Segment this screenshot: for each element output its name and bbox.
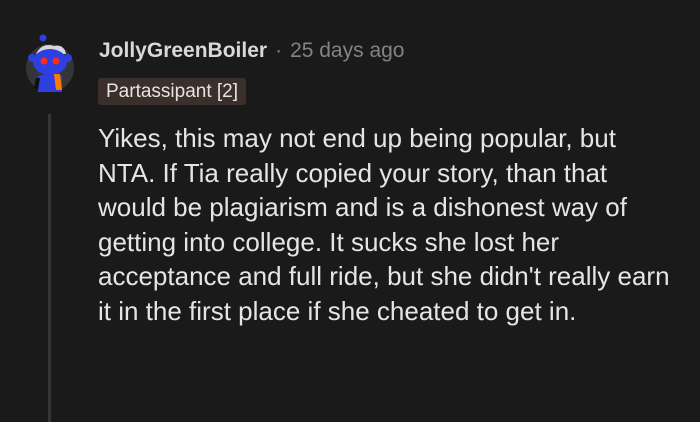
snoo-avatar-icon [26, 34, 74, 92]
timestamp[interactable]: 25 days ago [290, 39, 404, 63]
user-avatar[interactable] [24, 34, 76, 94]
comment-body: Yikes, this may not end up being popular… [98, 123, 670, 326]
username-link[interactable]: JollyGreenBoiler [99, 39, 267, 63]
user-flair: Partassipant [2] [98, 78, 247, 105]
meta-separator: · [275, 39, 283, 62]
comment: JollyGreenBoiler · 25 days ago Partassip… [0, 0, 700, 422]
comment-meta: JollyGreenBoiler · 25 days ago [99, 36, 405, 66]
thread-line[interactable] [48, 114, 51, 422]
